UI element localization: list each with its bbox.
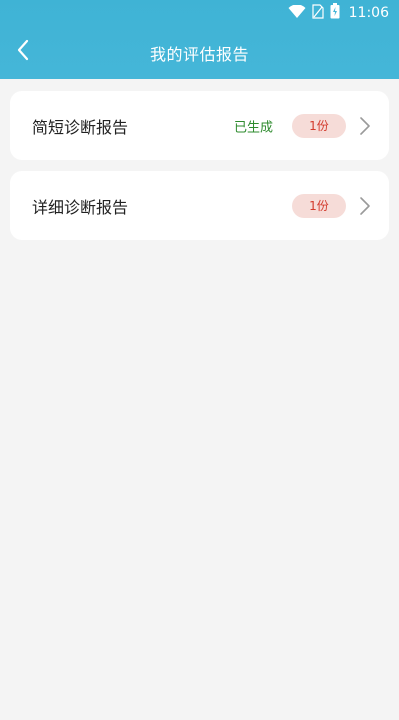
sim-card-icon [312,3,324,23]
battery-icon [330,3,340,23]
page-title: 我的评估报告 [149,44,249,64]
report-card-detailed[interactable]: 详细诊断报告 1份 [10,171,389,240]
chevron-right-icon [359,196,371,216]
report-count-badge: 1份 [292,113,346,138]
status-bar: 11:06 [0,0,399,26]
report-card-brief[interactable]: 简短诊断报告 已生成 1份 [10,91,389,160]
chevron-right-icon [359,116,371,136]
report-label: 简短诊断报告 [32,117,129,137]
status-time: 11:06 [348,5,389,21]
app-header: 11:06 我的评估报告 [0,0,399,79]
report-status: 已生成 [234,120,274,135]
wifi-icon [288,3,306,23]
report-count-badge: 1份 [292,193,346,218]
title-bar: 我的评估报告 [0,26,399,79]
status-icons: 11:06 [288,3,389,23]
report-label: 详细诊断报告 [32,197,129,217]
